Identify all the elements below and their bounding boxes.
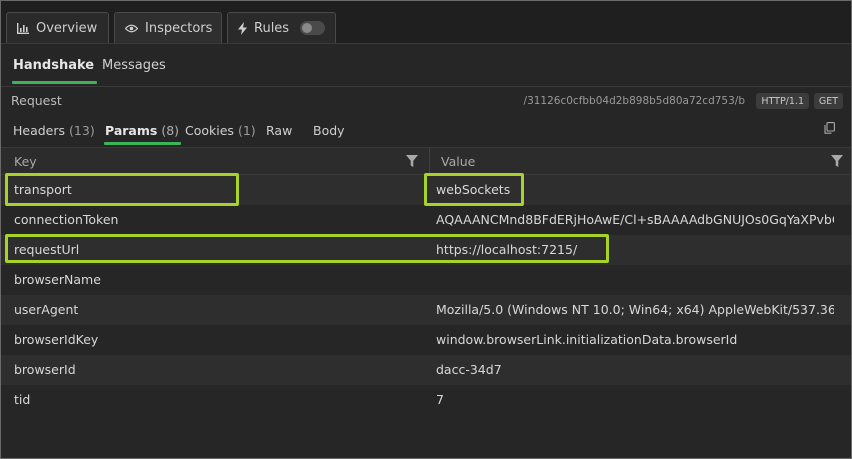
protocol-badge: HTTP/1.1: [756, 93, 809, 109]
tab-headers-label: Headers: [13, 122, 66, 138]
column-header-key: Key: [14, 148, 37, 174]
tab-inspectors[interactable]: Inspectors: [114, 12, 222, 43]
params-tab-bar: Headers (13) Params (8) Cookies (1) Raw Bod…: [1, 115, 851, 148]
highlight-box: [5, 173, 239, 206]
row-value: Mozilla/5.0 (Windows NT 10.0; Win64; x64…: [436, 302, 834, 317]
column-header-value: Value: [441, 148, 475, 174]
tab-cookies-label: Cookies: [185, 122, 234, 138]
tab-rules[interactable]: Rules: [227, 12, 336, 43]
tab-handshake-label: Handshake: [13, 57, 95, 73]
column-divider[interactable]: [429, 148, 430, 174]
rules-toggle[interactable]: [300, 21, 325, 35]
tab-cookies[interactable]: Cookies (1): [185, 115, 256, 145]
chart-icon: [17, 22, 29, 34]
tab-raw-label: Raw: [266, 122, 293, 138]
column-key-label: Key: [14, 153, 37, 169]
table-row[interactable]: browserIdKey window.browserLink.initializ…: [1, 325, 851, 355]
tab-overview-label: Overview: [36, 20, 98, 36]
table-row[interactable]: userAgent Mozilla/5.0 (Windows NT 10.0; W…: [1, 295, 851, 325]
row-key: tid: [14, 392, 31, 407]
highlight-box: [424, 173, 524, 206]
column-value-label: Value: [441, 153, 476, 169]
request-url: /31126c0cfbb04d2b898b5d80a72cd753/b: [523, 95, 745, 107]
tab-headers[interactable]: Headers (13): [13, 115, 95, 145]
table-row[interactable]: connectionToken AQAAANCMnd8BFdERjHoAwE/Cl…: [1, 205, 851, 235]
row-key: userAgent: [14, 302, 79, 317]
tab-messages-label: Messages: [102, 57, 166, 73]
handshake-tab-bar: Handshake Messages: [1, 44, 851, 87]
row-value: window.browserLink.initializationData.br…: [436, 332, 738, 347]
active-tab-indicator: [104, 142, 182, 145]
eye-icon: [125, 24, 138, 33]
tab-body-label: Body: [313, 122, 345, 138]
table-row[interactable]: browserId dacc-34d7: [1, 355, 851, 385]
row-key: browserId: [14, 362, 76, 377]
tab-overview[interactable]: Overview: [6, 12, 109, 43]
params-table: transport webSockets connectionToken AQAAA…: [1, 175, 851, 415]
tab-cookies-count: (1): [237, 122, 256, 138]
app-window: Overview Inspectors Rules Handshake Mess…: [0, 0, 852, 459]
tab-messages[interactable]: Messages: [102, 44, 166, 86]
tab-raw[interactable]: Raw: [266, 115, 292, 145]
filter-icon[interactable]: [831, 155, 843, 167]
row-key: browserIdKey: [14, 332, 99, 347]
filter-icon[interactable]: [406, 155, 418, 167]
top-tab-bar: Overview Inspectors Rules: [1, 1, 851, 44]
row-value: AQAAANCMnd8BFdERjHoAwE/Cl+sBAAAAdbGNUJOs…: [436, 212, 834, 227]
request-label: Request: [11, 93, 62, 108]
table-header: Key Value: [1, 148, 851, 175]
method-badge: GET: [813, 93, 843, 109]
lightning-icon: [238, 21, 247, 35]
highlight-box: [5, 234, 609, 263]
row-key: connectionToken: [14, 212, 119, 227]
table-row[interactable]: tid 7: [1, 385, 851, 415]
tab-rules-label: Rules: [254, 20, 290, 36]
tab-body[interactable]: Body: [313, 115, 345, 145]
tab-params-count: (8): [161, 122, 180, 138]
tab-params[interactable]: Params (8): [104, 115, 182, 145]
tab-handshake[interactable]: Handshake: [12, 44, 98, 86]
tab-params-label: Params: [105, 122, 158, 138]
row-value: dacc-34d7: [436, 362, 502, 377]
row-value: 7: [436, 392, 444, 407]
copy-icon[interactable]: [824, 122, 835, 134]
active-tab-indicator: [12, 81, 98, 84]
table-row[interactable]: browserName: [1, 265, 851, 295]
tab-inspectors-label: Inspectors: [145, 20, 213, 36]
request-bar: Request /31126c0cfbb04d2b898b5d80a72cd75…: [1, 87, 851, 115]
row-key: browserName: [14, 272, 101, 287]
tab-headers-count: (13): [69, 122, 95, 138]
